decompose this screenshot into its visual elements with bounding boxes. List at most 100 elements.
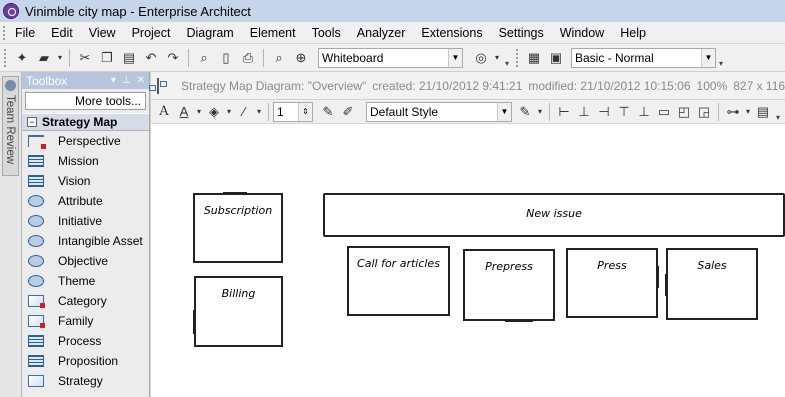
toolbox-group-strategy-map[interactable]: − Strategy Map xyxy=(22,113,149,131)
menu-help[interactable]: Help xyxy=(612,23,654,43)
print-icon[interactable]: ⎙ xyxy=(238,48,258,68)
toolbox-item-process[interactable]: Process xyxy=(22,331,149,351)
apply-style-icon[interactable]: ✐ xyxy=(339,102,357,122)
toolbar-grip-handle[interactable] xyxy=(4,48,8,67)
layout-combo[interactable]: Basic - Normal ▼ xyxy=(571,47,716,68)
bring-forward-icon[interactable]: ◰ xyxy=(675,102,693,122)
highlight-dropdown-icon[interactable]: ▾ xyxy=(536,102,544,122)
element-press[interactable]: Press xyxy=(566,248,659,318)
fill-color-icon[interactable]: ◈ xyxy=(205,102,223,122)
menu-diagram[interactable]: Diagram xyxy=(178,23,241,43)
line-color-dropdown-icon[interactable]: ▾ xyxy=(255,102,263,122)
send-backward-icon[interactable]: ◲ xyxy=(695,102,713,122)
format-painter-icon[interactable]: ✎ xyxy=(319,102,337,122)
element-call-for-articles[interactable]: Call for articles xyxy=(347,246,450,316)
element-subscription[interactable]: Subscription xyxy=(193,192,283,263)
search-model-icon[interactable]: ⊕ xyxy=(291,48,311,68)
menu-view[interactable]: View xyxy=(81,23,124,43)
element-sales[interactable]: Sales xyxy=(665,248,758,320)
toolbox-item-family[interactable]: Family xyxy=(22,311,149,331)
toolbox-item-label: Strategy xyxy=(58,374,103,388)
align-right-icon[interactable]: ⊣ xyxy=(595,102,613,122)
open-folder-icon[interactable]: ▰ xyxy=(34,48,54,68)
close-icon[interactable]: ✕ xyxy=(137,75,145,86)
align-bottom-icon[interactable]: ⊥ xyxy=(635,102,653,122)
toolbox-item-proposition[interactable]: Proposition xyxy=(22,351,149,371)
toolbar-overflow-icon[interactable]: ▾ xyxy=(716,48,726,68)
element-prepress[interactable]: Prepress xyxy=(463,249,555,322)
toolbox-item-category[interactable]: Category xyxy=(22,291,149,311)
diagram-properties-icon[interactable]: ▤ xyxy=(754,102,772,122)
workspace-combo[interactable]: Whiteboard ▼ xyxy=(318,47,463,68)
toolbox-item-initiative[interactable]: Initiative xyxy=(22,211,149,231)
help-dropdown-icon[interactable]: ▾ xyxy=(493,48,501,68)
font-color-icon[interactable]: A xyxy=(175,102,193,122)
font-icon[interactable]: A xyxy=(155,102,173,122)
align-left-icon[interactable]: ⊢ xyxy=(555,102,573,122)
toolbox-item-objective[interactable]: Objective xyxy=(22,251,149,271)
font-color-dropdown-icon[interactable]: ▾ xyxy=(195,102,203,122)
find-icon[interactable]: ⌕ xyxy=(194,48,214,68)
menu-edit[interactable]: Edit xyxy=(43,23,81,43)
main-toolbar: ✦ ▰ ▾ ✂ ❐ ▤ ↶ ↷ ⌕ ▯ ⎙ ⌕ ⊕ Whiteboard ▼ ◎… xyxy=(0,44,785,72)
toolbar-grip-handle[interactable] xyxy=(516,48,520,67)
element-new-issue[interactable]: New issue xyxy=(323,193,785,237)
perspective-select-icon[interactable]: ▣ xyxy=(546,48,566,68)
toolbar-overflow-icon[interactable]: ▾ xyxy=(502,48,512,68)
element-billing[interactable]: Billing xyxy=(193,276,283,347)
toolbar-overflow-icon[interactable]: ▾ xyxy=(773,102,783,122)
toolbox-item-mission[interactable]: Mission xyxy=(22,151,149,171)
diagram-icon xyxy=(149,77,167,94)
menu-project[interactable]: Project xyxy=(124,23,179,43)
pin-icon[interactable]: ⊥ xyxy=(122,75,131,86)
toolbox-item-perspective[interactable]: Perspective xyxy=(22,131,149,151)
style-combo[interactable]: Default Style ▼ xyxy=(366,101,512,122)
toolbox-item-vision[interactable]: Vision xyxy=(22,171,149,191)
workspace-layout-icon[interactable]: ▦ xyxy=(524,48,544,68)
open-dropdown-icon[interactable]: ▾ xyxy=(56,48,64,68)
page-setup-icon[interactable]: ▯ xyxy=(216,48,236,68)
same-size-icon[interactable]: ▭ xyxy=(655,102,673,122)
chevron-down-icon[interactable]: ▼ xyxy=(448,48,462,67)
toolbox-item-theme[interactable]: Theme xyxy=(22,271,149,291)
toolbar-separator xyxy=(263,48,264,67)
new-icon[interactable]: ✦ xyxy=(12,48,32,68)
toolbox-item-strategy[interactable]: Strategy xyxy=(22,371,149,391)
menu-extensions[interactable]: Extensions xyxy=(413,23,490,43)
panel-menu-icon[interactable]: ▾ xyxy=(111,75,116,86)
layout-diagram-icon[interactable]: ⊶ xyxy=(724,102,742,122)
highlight-style-icon[interactable]: ✎ xyxy=(516,102,534,122)
help-icon[interactable]: ◎ xyxy=(471,48,491,68)
redo-icon[interactable]: ↷ xyxy=(163,48,183,68)
team-review-tab[interactable]: Team Review xyxy=(2,76,19,176)
menu-tools[interactable]: Tools xyxy=(304,23,349,43)
diagram-zoom: 100% xyxy=(696,78,728,93)
diagram-canvas[interactable]: Subscription New issue Billing Call for … xyxy=(151,124,785,397)
toolbox-item-intangible-asset[interactable]: Intangible Asset xyxy=(22,231,149,251)
line-color-icon[interactable]: ⁄ xyxy=(235,102,253,122)
align-top-icon[interactable]: ⊤ xyxy=(615,102,633,122)
copy-icon[interactable]: ❐ xyxy=(97,48,117,68)
menu-bar: File Edit View Project Diagram Element T… xyxy=(0,22,785,44)
toolbox-item-attribute[interactable]: Attribute xyxy=(22,191,149,211)
align-center-icon[interactable]: ⊥ xyxy=(575,102,593,122)
chevron-down-icon[interactable]: ▼ xyxy=(701,48,715,67)
menu-file[interactable]: File xyxy=(7,23,43,43)
line-width-combo[interactable]: 1 ⇕ xyxy=(273,101,313,122)
more-tools-button[interactable]: More tools... xyxy=(25,92,146,110)
paste-icon[interactable]: ▤ xyxy=(119,48,139,68)
menu-element[interactable]: Element xyxy=(242,23,304,43)
menu-analyzer[interactable]: Analyzer xyxy=(349,23,414,43)
fill-color-dropdown-icon[interactable]: ▾ xyxy=(225,102,233,122)
layout-dropdown-icon[interactable]: ▾ xyxy=(744,102,752,122)
collapse-icon[interactable]: − xyxy=(27,117,37,127)
toolbar-separator xyxy=(718,102,719,121)
menu-settings[interactable]: Settings xyxy=(491,23,552,43)
chevron-down-icon[interactable]: ▼ xyxy=(497,102,511,121)
search-icon[interactable]: ⌕ xyxy=(269,48,289,68)
menu-window[interactable]: Window xyxy=(552,23,612,43)
undo-icon[interactable]: ↶ xyxy=(141,48,161,68)
line-width-value: 1 xyxy=(277,104,284,119)
cut-icon[interactable]: ✂ xyxy=(75,48,95,68)
spinner-icon[interactable]: ⇕ xyxy=(298,102,312,121)
